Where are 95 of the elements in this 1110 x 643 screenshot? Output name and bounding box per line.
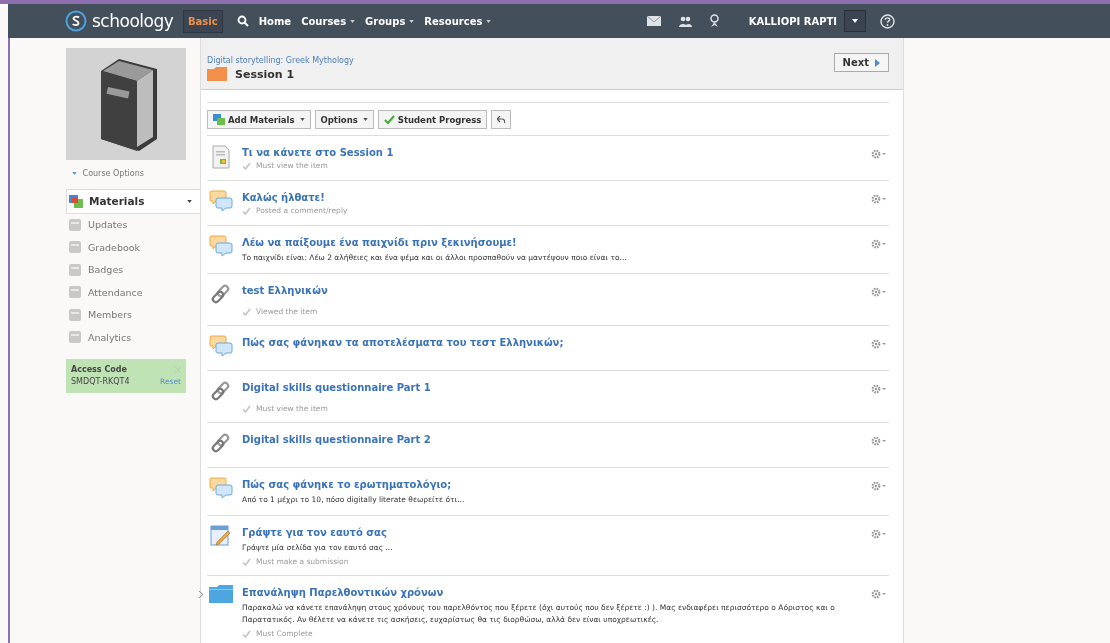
material-title-link[interactable]: Επανάληψη Παρελθοντικών χρόνων	[242, 587, 863, 598]
next-button[interactable]: Next	[833, 53, 889, 72]
section-icon	[68, 285, 82, 300]
caret-icon	[409, 20, 415, 23]
caret-icon	[72, 172, 77, 175]
section-icon	[68, 307, 82, 322]
material-title-link[interactable]: Πώς σας φάνηκε το ερωτηματολόγιο;	[242, 479, 863, 490]
access-code-title: Access Code	[71, 363, 127, 376]
mode-button[interactable]: Basic	[183, 9, 223, 33]
check-icon	[242, 629, 251, 638]
caret-icon	[362, 118, 368, 121]
sidebar-item[interactable]: Attendance	[66, 281, 200, 304]
settings-icon	[871, 194, 887, 204]
triangle-icon	[875, 58, 880, 67]
settings-icon	[871, 529, 887, 539]
section-icon	[68, 262, 82, 277]
settings-icon	[871, 589, 887, 599]
caret-icon	[486, 20, 492, 23]
sidebar-item[interactable]: Analytics	[66, 326, 200, 349]
settings-icon	[871, 149, 887, 159]
folder-icon	[207, 67, 227, 81]
caret-icon	[350, 20, 356, 23]
settings-icon	[871, 339, 887, 349]
settings-icon	[871, 436, 887, 446]
check-icon	[242, 557, 251, 566]
access-code: SMDQT-RKQT4	[71, 375, 130, 388]
settings-menu-button[interactable]	[871, 529, 887, 539]
material-title-link[interactable]: Λέω να παίξουμε ένα παιχνίδι πριν ξεκινήσουμε!	[242, 237, 863, 248]
nav-link[interactable]: Resources	[424, 15, 492, 27]
settings-icon	[871, 287, 887, 297]
settings-menu-button[interactable]	[871, 194, 887, 204]
chat-bubbles-icon	[209, 477, 233, 499]
nav-link[interactable]: Courses	[301, 15, 356, 27]
undo-button[interactable]	[491, 110, 512, 129]
check-icon	[242, 307, 251, 316]
nav-link[interactable]: Groups	[365, 15, 415, 27]
material-title-link[interactable]: Καλώς ήλθατε!	[242, 192, 863, 203]
section-icon	[68, 330, 82, 345]
badge-icon[interactable]	[708, 14, 720, 28]
expand-icon[interactable]	[199, 591, 203, 598]
nav-link[interactable]: Home	[258, 15, 292, 27]
check-icon	[242, 206, 251, 215]
material-title-link[interactable]: Digital skills questionnaire Part 2	[242, 434, 863, 445]
logo-icon	[65, 10, 87, 32]
settings-menu-button[interactable]	[871, 339, 887, 349]
chat-bubbles-icon	[209, 235, 233, 257]
settings-icon	[871, 239, 887, 249]
section-icon	[69, 194, 83, 209]
material-title-link[interactable]: Τι να κάνετε στο Session 1	[242, 147, 863, 158]
check-icon	[242, 404, 251, 413]
sidebar-item[interactable]: Members	[66, 303, 200, 326]
chat-bubbles-icon	[209, 335, 233, 357]
settings-menu-button[interactable]	[871, 149, 887, 159]
caret-icon[interactable]	[187, 199, 192, 203]
material-title-link[interactable]: Πώς σας φάνηκαν τα αποτελέσματα του τεστ Ελληνικών;	[242, 337, 863, 348]
settings-menu-button[interactable]	[871, 481, 887, 491]
search-icon[interactable]	[236, 15, 249, 27]
sidebar-item[interactable]: Materials	[66, 189, 200, 214]
page-icon	[209, 145, 233, 169]
people-icon[interactable]	[677, 15, 692, 27]
caret-icon	[299, 118, 305, 121]
check-icon	[383, 115, 395, 124]
page-title: Session 1	[235, 67, 295, 81]
material-title-link[interactable]: Γράψτε για τον εαυτό σας	[242, 527, 863, 538]
sidebar-item[interactable]: Badges	[66, 258, 200, 281]
mail-icon[interactable]	[646, 16, 661, 26]
chat-bubbles-icon	[209, 190, 233, 212]
material-title-link[interactable]: test Ελληνικών	[242, 285, 863, 296]
settings-menu-button[interactable]	[871, 239, 887, 249]
section-icon	[68, 217, 82, 232]
sidebar-item[interactable]: Gradebook	[66, 236, 200, 259]
settings-icon	[871, 384, 887, 394]
check-icon	[242, 161, 251, 170]
options-button[interactable]: Options	[314, 110, 374, 129]
pencil-paper-icon	[209, 525, 233, 547]
settings-menu-button[interactable]	[871, 589, 887, 599]
caret-icon	[852, 19, 858, 23]
student-progress-button[interactable]: Student Progress	[377, 110, 488, 129]
logo-text[interactable]: schoology	[92, 11, 174, 31]
course-options-link[interactable]: Course Options	[72, 169, 200, 178]
section-icon	[68, 240, 82, 255]
add-materials-button[interactable]: Add Materials	[207, 110, 311, 129]
help-icon[interactable]	[880, 13, 895, 29]
settings-menu-button[interactable]	[871, 436, 887, 446]
materials-icon	[213, 114, 225, 125]
material-title-link[interactable]: Digital skills questionnaire Part 1	[242, 382, 863, 393]
sidebar-item[interactable]: Updates	[66, 213, 200, 236]
settings-menu-button[interactable]	[871, 287, 887, 297]
folder-icon	[209, 585, 233, 603]
settings-icon	[871, 481, 887, 491]
settings-menu-button[interactable]	[871, 384, 887, 394]
user-menu-button[interactable]	[844, 10, 866, 32]
user-name[interactable]: KALLIOPI RAPTI	[748, 15, 837, 27]
undo-icon	[497, 116, 506, 123]
breadcrumb-link[interactable]: Digital storytelling: Greek Mythology	[207, 56, 354, 65]
